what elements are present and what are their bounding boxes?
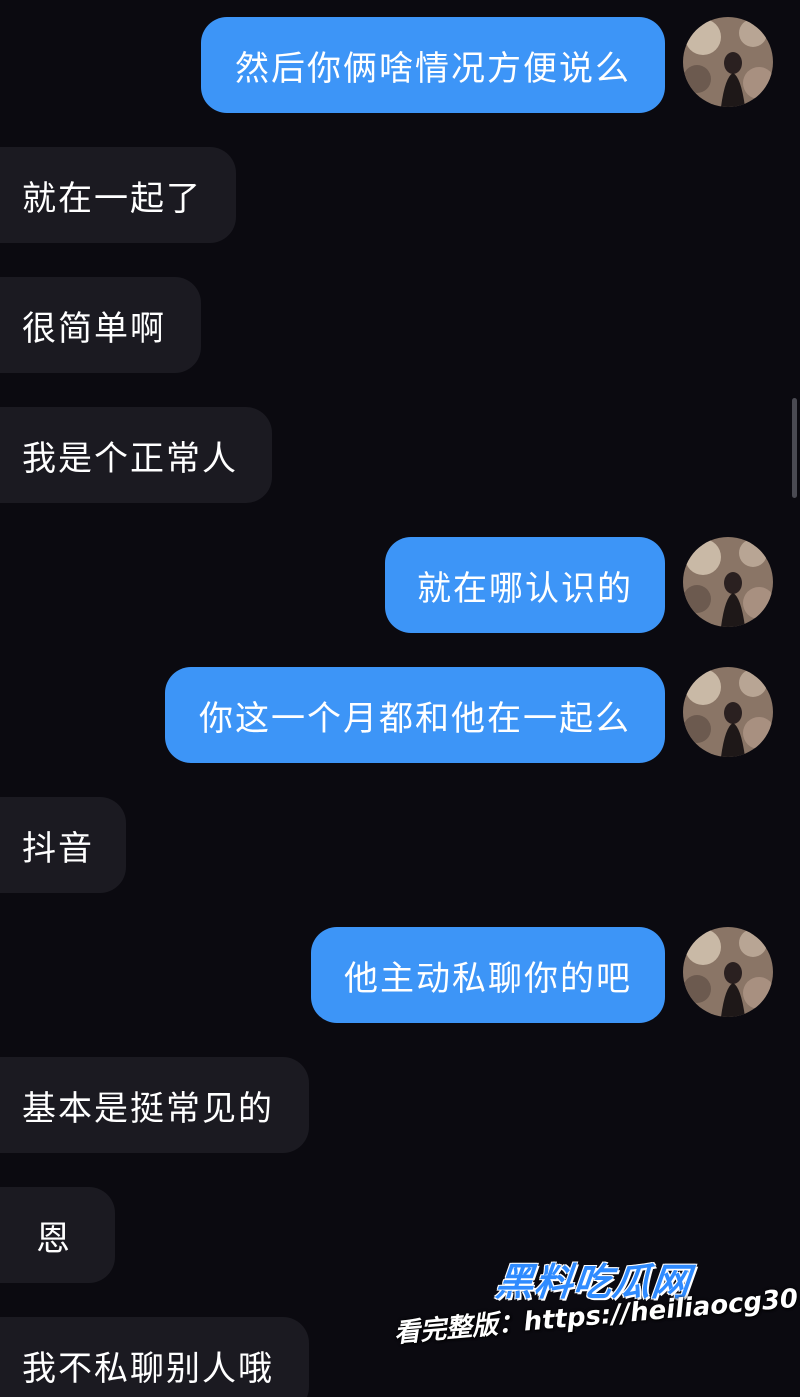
message-text: 我不私聊别人哦 [22, 1348, 274, 1389]
message-text: 很简单啊 [22, 308, 166, 349]
user-avatar[interactable] [683, 667, 773, 757]
message-text: 恩 [36, 1218, 72, 1259]
avatar-photo-icon [683, 667, 773, 757]
incoming-message-bubble[interactable]: 恩 [0, 1187, 115, 1283]
outgoing-message-bubble[interactable]: 然后你俩啥情况方便说么 [201, 17, 665, 113]
incoming-message-bubble[interactable]: 抖音 [0, 797, 126, 893]
message-text: 他主动私聊你的吧 [344, 958, 632, 999]
avatar-photo-icon [683, 537, 773, 627]
message-text: 就在哪认识的 [417, 568, 633, 609]
user-avatar[interactable] [683, 537, 773, 627]
message-text: 抖音 [22, 828, 94, 869]
incoming-message-bubble[interactable]: 我不私聊别人哦 [0, 1317, 309, 1397]
message-text: 我是个正常人 [22, 438, 238, 479]
chat-screen: 然后你俩啥情况方便说么 就在一起了 很简单啊 我是个正常人 就在哪认识的 你这一… [0, 0, 800, 1397]
outgoing-message-bubble[interactable]: 就在哪认识的 [385, 537, 665, 633]
message-text: 你这一个月都和他在一起么 [199, 698, 631, 739]
avatar-photo-icon [683, 17, 773, 107]
outgoing-message-bubble[interactable]: 你这一个月都和他在一起么 [165, 667, 665, 763]
message-text: 然后你俩啥情况方便说么 [235, 48, 631, 89]
incoming-message-bubble[interactable]: 基本是挺常见的 [0, 1057, 309, 1153]
message-text: 就在一起了 [22, 178, 202, 219]
user-avatar[interactable] [683, 927, 773, 1017]
scrollbar-thumb[interactable] [792, 398, 797, 498]
incoming-message-bubble[interactable]: 就在一起了 [0, 147, 236, 243]
incoming-message-bubble[interactable]: 很简单啊 [0, 277, 201, 373]
message-text: 基本是挺常见的 [22, 1088, 274, 1129]
avatar-photo-icon [683, 927, 773, 1017]
outgoing-message-bubble[interactable]: 他主动私聊你的吧 [311, 927, 665, 1023]
user-avatar[interactable] [683, 17, 773, 107]
watermark: 黑料吃瓜网 看完整版：https://heiliaocg30.com [392, 1245, 800, 1375]
incoming-message-bubble[interactable]: 我是个正常人 [0, 407, 272, 503]
